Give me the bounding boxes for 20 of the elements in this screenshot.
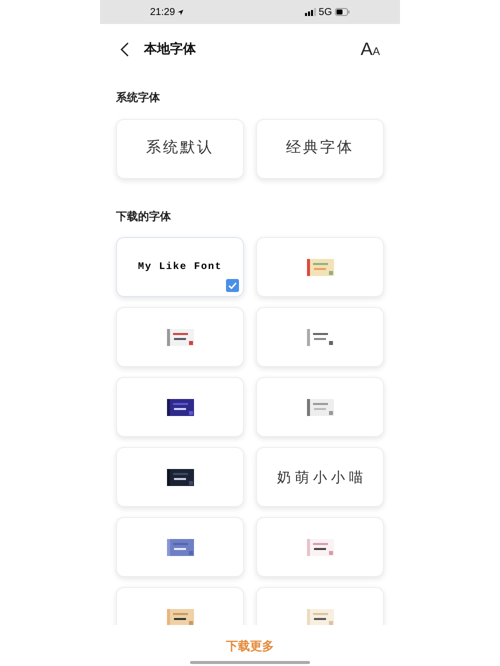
section-title: 系统字体 — [116, 90, 161, 106]
font-card[interactable]: 奶 萌 小 小 喵 — [256, 447, 384, 507]
font-card[interactable]: 系统默认 — [116, 118, 244, 178]
section-title: 下载的字体 — [116, 210, 172, 224]
font-card[interactable] — [116, 377, 244, 437]
status-time: 21:29 — [150, 6, 176, 20]
location-arrow-icon — [177, 8, 184, 16]
battery-icon — [335, 8, 350, 16]
font-card[interactable]: My Like Font — [116, 237, 244, 297]
font-name: 经典字体 — [286, 138, 354, 158]
font-name: My Like Font — [138, 260, 222, 274]
checkmark-icon — [226, 279, 239, 292]
font-size-button[interactable]: AA — [360, 40, 380, 58]
font-card[interactable] — [116, 447, 244, 507]
font-name: 奶 萌 小 小 喵 — [277, 468, 363, 486]
page-title: 本地字体 — [144, 40, 196, 58]
network-label: 5G — [318, 6, 332, 20]
signal-icon — [304, 8, 316, 16]
font-card[interactable]: 经典字体 — [256, 118, 384, 178]
font-name: 系统默认 — [146, 138, 214, 158]
